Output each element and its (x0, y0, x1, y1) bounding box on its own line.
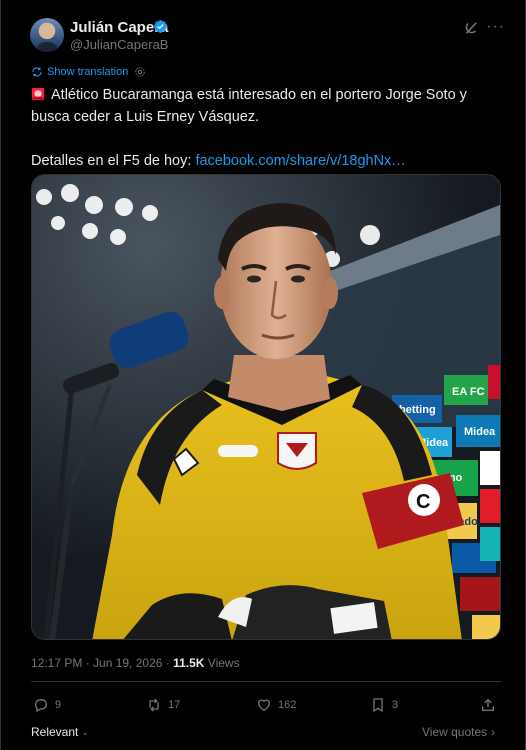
reply-count: 9 (55, 699, 62, 711)
reply-icon (34, 699, 47, 713)
gear-icon[interactable] (134, 66, 146, 78)
tweet-link[interactable]: facebook.com/share/v/18ghNx… (195, 153, 405, 169)
like-icon (257, 699, 271, 712)
photo-goalkeeper: betting EA FC Midea Midea ueno mercado (32, 175, 500, 639)
tweet-text: Atlético Bucaramanga está interesado en … (31, 84, 491, 172)
svg-text:C: C (416, 491, 430, 513)
avatar[interactable] (30, 18, 64, 52)
show-translation-link[interactable]: Show translation (31, 66, 146, 78)
chevron-down-icon: ⌄ (81, 726, 89, 737)
svg-text:EA FC: EA FC (452, 386, 485, 398)
chevron-right-icon: › (491, 725, 496, 739)
svg-text:Midea: Midea (464, 426, 496, 438)
like-button[interactable]: 162 (256, 697, 296, 713)
bookmark-icon (373, 698, 383, 713)
view-quotes-link[interactable]: View quotes › (422, 725, 495, 739)
reply-button[interactable]: 9 (33, 697, 61, 713)
grok-icon[interactable] (462, 19, 480, 37)
more-icon[interactable]: ··· (486, 18, 505, 36)
police-light-icon (31, 87, 45, 101)
sort-label[interactable]: Relevant (31, 725, 78, 739)
views-count: 11.5K (173, 656, 205, 670)
tweet-line-2: busca ceder a Luis Erney Vásquez. (31, 109, 260, 125)
show-translation-label[interactable]: Show translation (47, 66, 128, 78)
divider (31, 681, 501, 682)
bookmark-count: 3 (392, 699, 399, 711)
translate-icon (32, 67, 42, 77)
frame-border-left (0, 0, 1, 750)
repost-button[interactable]: 17 (146, 697, 180, 713)
bookmark-button[interactable]: 3 (370, 697, 398, 713)
repost-count: 17 (168, 699, 181, 711)
views-label: Views (204, 656, 240, 670)
tweet-timestamp[interactable]: 12:17 PM · Jun 19, 2026 · 11.5K Views (31, 656, 240, 670)
like-count: 162 (278, 699, 297, 711)
author-handle[interactable]: @JulianCaperaB (70, 37, 168, 52)
sort-relevant-dropdown[interactable]: Relevant ⌄ (31, 725, 89, 739)
repost-icon (149, 698, 159, 712)
tweet-spacer (31, 128, 491, 150)
share-icon (482, 698, 494, 711)
tweet-line-3: Detalles en el F5 de hoy: facebook.com/s… (31, 153, 406, 169)
view-quotes-label[interactable]: View quotes (422, 725, 487, 739)
share-button[interactable] (480, 697, 496, 713)
verified-badge-icon (154, 20, 167, 33)
tweet-photo[interactable]: betting EA FC Midea Midea ueno mercado (31, 174, 501, 640)
tweet-line-1: Atlético Bucaramanga está interesado en … (31, 84, 491, 106)
